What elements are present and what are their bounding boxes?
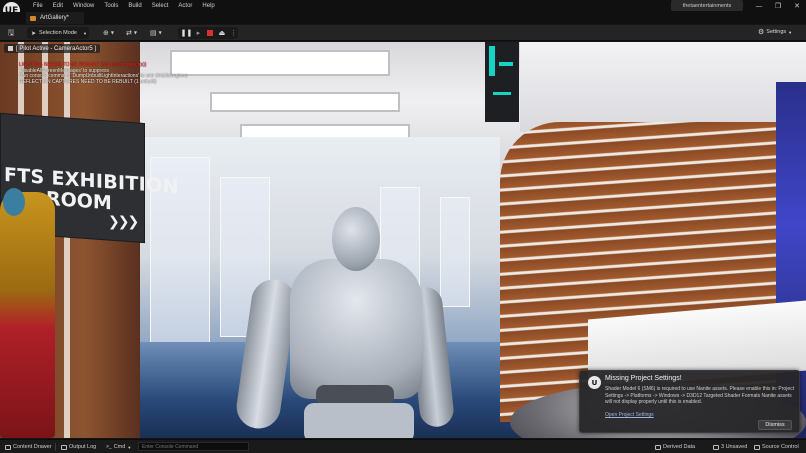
- settings-button[interactable]: ⚙ Settings ▼: [758, 28, 792, 36]
- save-icon[interactable]: 🖫: [6, 28, 16, 38]
- menu-help[interactable]: Help: [197, 1, 219, 12]
- led-bar: [493, 92, 511, 95]
- cmd-dropdown[interactable]: >_ Cmd ▼: [106, 443, 131, 451]
- unsaved-button[interactable]: 3 Unsaved: [713, 443, 747, 451]
- ceiling-panel: [210, 92, 400, 112]
- blueprint-button[interactable]: ⇄ ▼: [126, 27, 137, 39]
- chevron-down-icon: ▼: [82, 30, 87, 36]
- ceiling-right: [520, 42, 806, 132]
- robot-legs: [304, 403, 414, 438]
- robot-head: [332, 207, 380, 271]
- robot-character: [233, 207, 456, 438]
- stop-icon[interactable]: [206, 29, 215, 38]
- settings-label: Settings: [766, 29, 787, 35]
- menu-file[interactable]: File: [28, 1, 48, 12]
- menu-window[interactable]: Window: [68, 1, 99, 12]
- viewport-menu-icon[interactable]: [8, 46, 13, 51]
- led-screen: [485, 42, 519, 122]
- mannequin-outfit: [0, 192, 55, 438]
- robot-belt: [316, 385, 394, 405]
- notification-body: Shader Model 6 (SM6) is required to use …: [605, 386, 794, 405]
- chevron-down-icon: ▼: [133, 30, 137, 35]
- more-options-icon[interactable]: ⋮: [229, 29, 238, 38]
- mannequin-head: [3, 188, 25, 216]
- tab-artgallery[interactable]: ArtGallery*: [26, 12, 84, 24]
- tab-label: ArtGallery*: [40, 15, 70, 21]
- terminal-icon: >_: [106, 444, 112, 450]
- chevron-down-icon: ▼: [127, 444, 132, 450]
- gear-icon: ⚙: [758, 28, 765, 36]
- viewport-pilot-header[interactable]: [ Pilot Active - CameraActor5 ]: [4, 44, 101, 53]
- source-control-label: Source Control: [762, 444, 799, 450]
- robot-torso: [290, 259, 422, 399]
- missing-settings-notification: U Missing Project Settings! Shader Model…: [579, 370, 800, 433]
- blueprint-icon: ⇄: [126, 29, 132, 37]
- unsaved-label: 3 Unsaved: [721, 444, 748, 450]
- add-actor-icon: ⊕: [103, 29, 109, 37]
- open-project-settings-link[interactable]: Open Project Settings: [605, 412, 654, 418]
- led-bar: [489, 46, 495, 76]
- menu-edit[interactable]: Edit: [48, 1, 68, 12]
- pause-icon[interactable]: ❚❚: [181, 29, 193, 38]
- ceiling-panel: [170, 50, 390, 76]
- notification-title: Missing Project Settings!: [605, 375, 682, 382]
- cinematics-button[interactable]: ▤ ▼: [150, 27, 162, 39]
- toolbar: 🖫 ➤ Selection Mode ▼ ⊕ ▼ ⇄ ▼ ▤ ▼ ❚❚ ▸ ⏏ ⋮ ⚙…: [0, 25, 806, 41]
- minimize-button[interactable]: —: [750, 0, 768, 11]
- add-content-button[interactable]: ⊕ ▼: [103, 27, 114, 39]
- title-bar: UE File Edit Window Tools Build Select A…: [0, 0, 806, 19]
- log-icon: [61, 444, 67, 450]
- robot-arm-left: [233, 276, 299, 432]
- main-menu: File Edit Window Tools Build Select Acto…: [28, 1, 220, 12]
- clapper-icon: ▤: [150, 29, 157, 37]
- chevron-down-icon: ▼: [158, 30, 162, 35]
- level-icon: [30, 15, 36, 21]
- source-control-icon: [754, 444, 760, 450]
- divider: [55, 443, 56, 451]
- source-control-button[interactable]: Source Control: [754, 443, 799, 451]
- content-drawer-button[interactable]: Content Drawer: [5, 443, 52, 451]
- eject-icon[interactable]: ⏏: [218, 29, 227, 38]
- tab-row: ArtGallery*: [0, 12, 806, 24]
- database-icon: [655, 444, 661, 450]
- sign-text-line2: ROOM: [46, 187, 112, 215]
- cmd-label: Cmd: [113, 444, 126, 450]
- output-log-label: Output Log: [69, 444, 97, 450]
- chevron-down-icon: ▼: [788, 29, 793, 35]
- led-bar: [499, 62, 513, 66]
- status-bar: Content Drawer Output Log >_ Cmd ▼ Deriv…: [0, 439, 806, 453]
- light-strip: [64, 42, 70, 438]
- derived-data-label: Derived Data: [663, 444, 696, 450]
- drawer-icon: [5, 444, 11, 450]
- unreal-logo-icon: U: [588, 376, 601, 389]
- derived-data-button[interactable]: Derived Data: [655, 443, 695, 451]
- console-command-input[interactable]: [138, 442, 249, 451]
- close-button[interactable]: ✕: [788, 0, 806, 11]
- selection-mode-icon: ➤: [31, 30, 37, 37]
- content-drawer-label: Content Drawer: [13, 444, 52, 450]
- menu-tools[interactable]: Tools: [99, 1, 123, 12]
- pilot-label: [ Pilot Active - CameraActor5 ]: [16, 45, 97, 52]
- selection-mode-dropdown[interactable]: ➤ Selection Mode ▼: [27, 27, 89, 39]
- chevron-down-icon: ▼: [110, 30, 114, 35]
- screen-message: REFLECTION CAPTURES NEED TO BE REBUILT (…: [19, 79, 157, 85]
- output-log-button[interactable]: Output Log: [61, 443, 96, 451]
- unsaved-icon: [713, 444, 719, 450]
- step-icon[interactable]: ▸: [194, 29, 203, 38]
- display-case: [440, 197, 470, 307]
- menu-select[interactable]: Select: [147, 1, 174, 12]
- selection-mode-label: Selection Mode: [39, 30, 77, 36]
- maximize-button[interactable]: ❐: [769, 0, 787, 11]
- menu-build[interactable]: Build: [123, 1, 146, 12]
- play-controls: ❚❚ ▸ ⏏ ⋮: [178, 27, 238, 39]
- dismiss-button[interactable]: Dismiss: [758, 420, 792, 430]
- sign-arrows-icon: ❯❯❯: [108, 214, 139, 230]
- menu-actor[interactable]: Actor: [173, 1, 197, 12]
- account-name[interactable]: thetaentertainments: [671, 0, 743, 11]
